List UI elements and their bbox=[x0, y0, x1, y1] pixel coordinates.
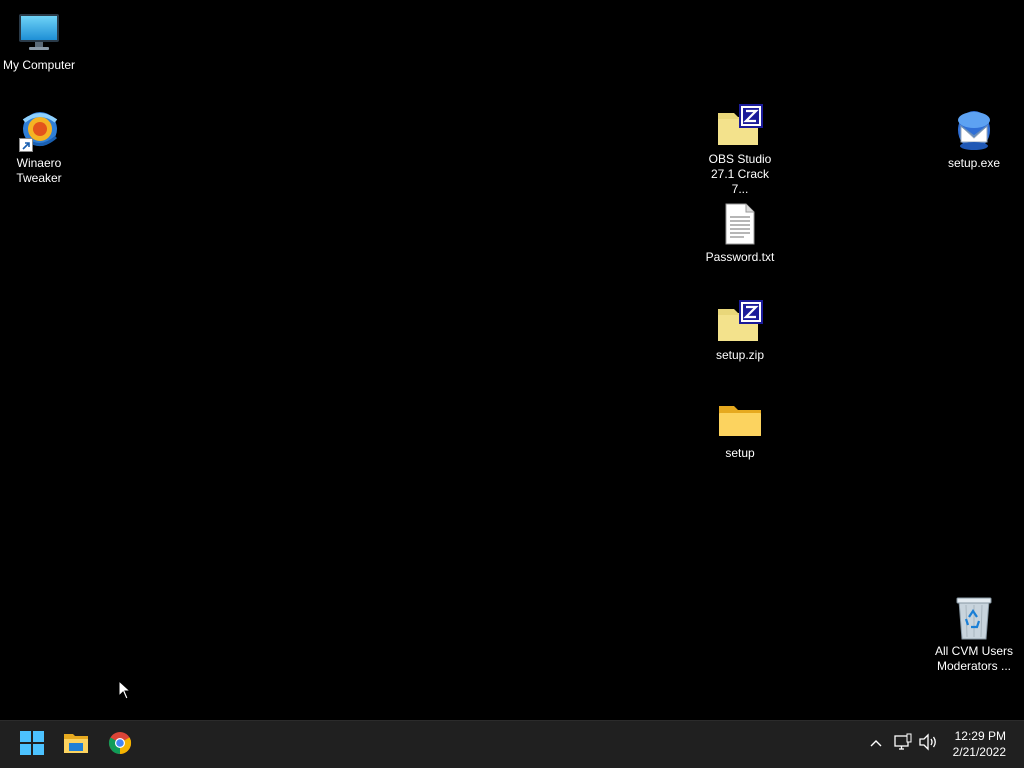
desktop: My Computer Winaero Tweaker OBS Studio 2… bbox=[0, 0, 1024, 720]
setup-installer-icon bbox=[950, 106, 998, 154]
desktop-icon-obs-studio-zip[interactable]: OBS Studio 27.1 Crack 7... bbox=[701, 102, 779, 197]
volume-button[interactable] bbox=[917, 732, 939, 756]
desktop-icon-label: setup.zip bbox=[715, 348, 765, 362]
chevron-up-icon bbox=[869, 735, 883, 753]
network-icon bbox=[893, 733, 913, 756]
start-button[interactable] bbox=[14, 727, 50, 763]
desktop-icon-password-txt[interactable]: Password.txt bbox=[701, 200, 779, 265]
desktop-icon-setup-zip[interactable]: setup.zip bbox=[701, 298, 779, 363]
desktop-icon-recycle-bin[interactable]: All CVM Users Moderators ... bbox=[935, 594, 1013, 674]
folder-icon bbox=[716, 396, 764, 444]
taskbar-clock[interactable]: 12:29 PM 2/21/2022 bbox=[953, 728, 1006, 760]
mouse-pointer-icon bbox=[118, 679, 132, 700]
windows-start-icon bbox=[20, 730, 44, 760]
desktop-icon-label: Winaero Tweaker bbox=[16, 156, 62, 185]
zip-archive-icon bbox=[716, 298, 764, 346]
recycle-bin-icon bbox=[950, 594, 998, 642]
winaero-tweaker-icon bbox=[15, 106, 63, 154]
desktop-icon-label: My Computer bbox=[2, 58, 76, 72]
shortcut-arrow-icon bbox=[19, 138, 33, 152]
desktop-icon-my-computer[interactable]: My Computer bbox=[0, 8, 78, 73]
desktop-icon-label: OBS Studio 27.1 Crack 7... bbox=[708, 152, 772, 196]
zip-archive-icon bbox=[716, 102, 764, 150]
taskbar: 12:29 PM 2/21/2022 bbox=[0, 720, 1024, 768]
taskbar-chrome-button[interactable] bbox=[102, 727, 138, 763]
text-document-icon bbox=[716, 200, 764, 248]
clock-time: 12:29 PM bbox=[954, 729, 1006, 743]
taskbar-file-explorer-button[interactable] bbox=[58, 727, 94, 763]
desktop-icon-label: setup.exe bbox=[947, 156, 1001, 170]
computer-monitor-icon bbox=[15, 8, 63, 56]
desktop-icon-label: All CVM Users Moderators ... bbox=[935, 644, 1014, 673]
desktop-icon-setup-folder[interactable]: setup bbox=[701, 396, 779, 461]
desktop-icon-label: setup bbox=[725, 446, 755, 460]
clock-date: 2/21/2022 bbox=[952, 745, 1006, 759]
network-button[interactable] bbox=[892, 733, 914, 755]
desktop-icon-winaero-tweaker[interactable]: Winaero Tweaker bbox=[0, 106, 78, 186]
show-hidden-icons-button[interactable] bbox=[865, 733, 887, 755]
chrome-icon bbox=[108, 731, 132, 760]
desktop-icon-label: Password.txt bbox=[705, 250, 775, 264]
volume-icon bbox=[918, 732, 938, 756]
file-explorer-icon bbox=[63, 732, 89, 759]
desktop-icon-setup-exe[interactable]: setup.exe bbox=[935, 106, 1013, 171]
